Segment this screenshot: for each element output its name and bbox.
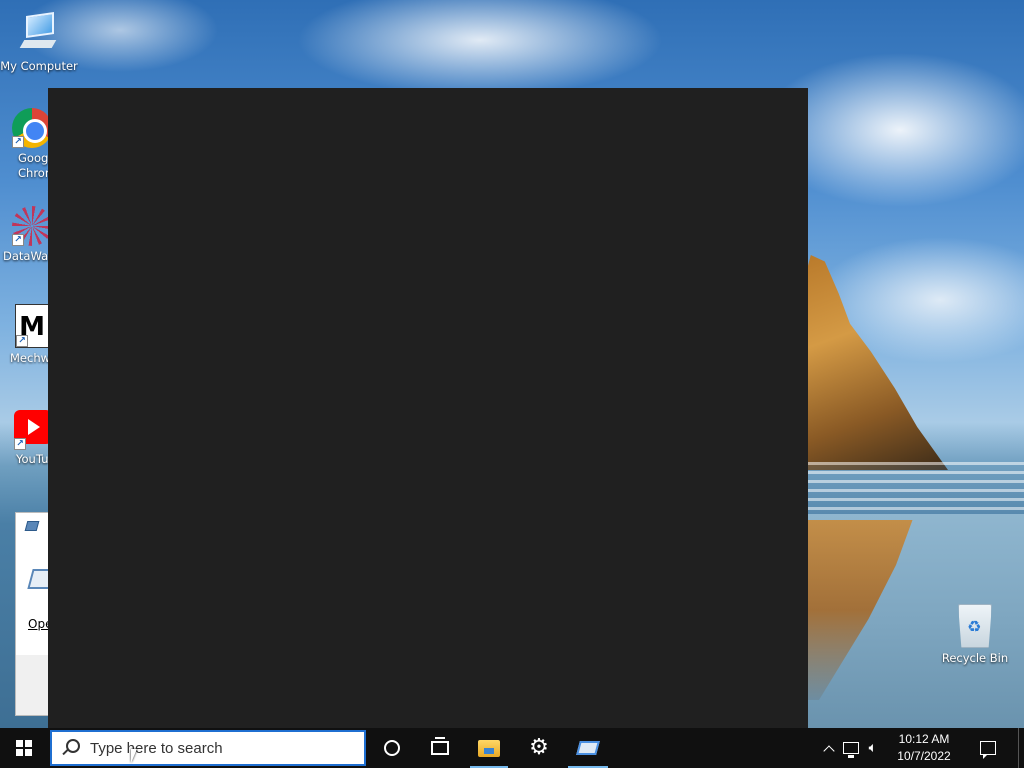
app-taskbar-button[interactable] bbox=[564, 728, 612, 768]
computer-icon bbox=[16, 10, 62, 56]
datawagon-icon: ↗ bbox=[12, 206, 52, 246]
cortana-button[interactable] bbox=[368, 728, 416, 768]
wallpaper-cliff bbox=[808, 255, 948, 470]
clock-date: 10/7/2022 bbox=[897, 749, 951, 763]
network-icon bbox=[842, 742, 859, 758]
start-button[interactable] bbox=[0, 728, 48, 768]
windows-logo-icon bbox=[16, 740, 32, 756]
network-button[interactable] bbox=[838, 728, 864, 768]
show-hidden-icons-button[interactable] bbox=[820, 728, 838, 768]
chrome-icon: ↗ bbox=[12, 108, 52, 148]
desktop-icon-label: Recycle Bin bbox=[941, 651, 1009, 665]
desktop-icon-my-computer[interactable]: My Computer bbox=[0, 10, 78, 73]
settings-button[interactable]: ⚙ bbox=[515, 728, 563, 768]
search-input[interactable] bbox=[90, 739, 340, 757]
folder-icon bbox=[478, 739, 500, 757]
system-tray: 🔈︎ 10:12 AM 10/7/2022 bbox=[820, 728, 1024, 768]
cortana-icon bbox=[384, 740, 400, 756]
search-icon bbox=[60, 738, 80, 758]
mechwarrior-icon: M ↗ bbox=[15, 304, 49, 348]
task-view-icon bbox=[431, 737, 449, 755]
desktop-icon-label: My Computer bbox=[0, 59, 78, 73]
wallpaper-surf bbox=[808, 462, 1024, 514]
clock: 10:12 AM 10/7/2022 bbox=[887, 731, 961, 765]
clock-time: 10:12 AM bbox=[898, 732, 950, 746]
show-desktop-button[interactable] bbox=[1018, 728, 1024, 768]
file-explorer-button[interactable] bbox=[466, 728, 512, 768]
desktop-icon-recycle-bin[interactable]: Recycle Bin bbox=[936, 604, 1014, 665]
taskbar-search-box[interactable] bbox=[50, 730, 366, 766]
volume-button[interactable]: 🔈︎ bbox=[864, 728, 882, 768]
blank-app-window[interactable] bbox=[48, 88, 808, 728]
notification-icon bbox=[980, 741, 996, 759]
gear-icon: ⚙ bbox=[529, 735, 549, 760]
chevron-up-icon bbox=[822, 744, 835, 757]
youtube-icon: ↗ bbox=[14, 410, 52, 450]
task-view-button[interactable] bbox=[416, 728, 464, 768]
taskbar: ⚙ 🔈︎ 10:12 AM 10/7/2022 bbox=[0, 728, 1024, 768]
app-window-icon bbox=[24, 521, 40, 531]
app-window-icon bbox=[576, 741, 600, 755]
recycle-bin-icon bbox=[958, 604, 992, 648]
clock-button[interactable]: 10:12 AM 10/7/2022 bbox=[882, 728, 966, 768]
action-center-button[interactable] bbox=[966, 728, 1010, 768]
volume-icon: 🔈︎ bbox=[868, 740, 877, 756]
mouse-cursor bbox=[131, 749, 137, 763]
